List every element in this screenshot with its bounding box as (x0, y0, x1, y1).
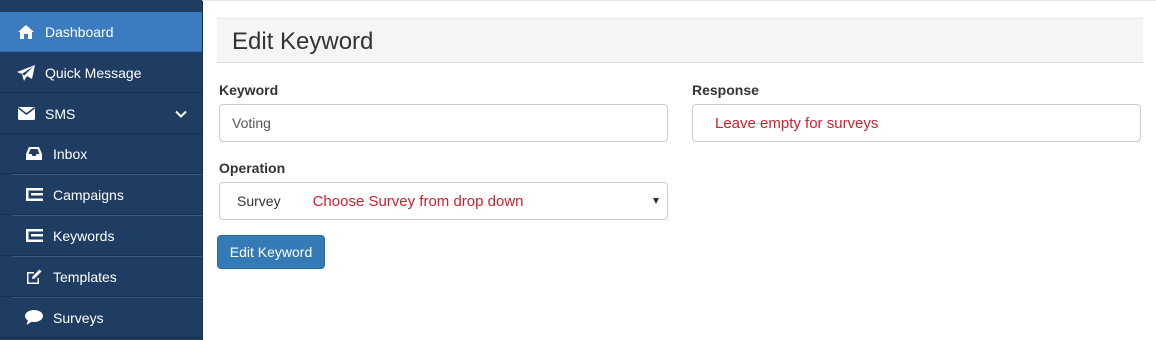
sidebar-item-sms[interactable]: SMS (0, 94, 202, 134)
sidebar-item-quick-message[interactable]: Quick Message (0, 53, 202, 93)
list-icon (25, 187, 43, 203)
sidebar-item-dashboard[interactable]: Dashboard (0, 12, 202, 52)
sidebar-item-templates[interactable]: Templates (0, 257, 202, 297)
page-title: Edit Keyword (232, 28, 374, 55)
sidebar-item-inbox[interactable]: Inbox (0, 134, 202, 174)
comment-icon (25, 310, 43, 326)
response-input[interactable]: Leave empty for surveys (692, 104, 1141, 142)
sidebar-item-label: Keywords (53, 227, 115, 244)
edit-keyword-button[interactable]: Edit Keyword (217, 235, 325, 269)
sidebar-item-label: Quick Message (45, 64, 142, 81)
keyword-value: Voting (232, 115, 271, 131)
sidebar-item-keywords[interactable]: Keywords (0, 216, 202, 256)
panel-heading: Edit Keyword (217, 18, 1143, 63)
response-label: Response (692, 82, 759, 98)
keyword-label: Keyword (219, 82, 279, 98)
sidebar-item-campaigns[interactable]: Campaigns (0, 175, 202, 215)
sidebar-item-surveys[interactable]: Surveys (0, 298, 202, 338)
list-icon (25, 228, 43, 244)
sidebar-item-label: Dashboard (45, 23, 114, 40)
envelope-icon (17, 106, 35, 122)
sidebar-item-label: Surveys (53, 309, 104, 326)
sidebar-item-label: SMS (45, 105, 76, 122)
home-icon (17, 24, 35, 40)
sidebar: Dashboard Quick Message SMS Inbox Campai… (0, 0, 203, 340)
paper-plane-icon (17, 64, 35, 81)
sidebar-item-label: Templates (53, 268, 117, 285)
caret-down-icon (653, 198, 659, 204)
chevron-down-icon[interactable] (174, 107, 188, 121)
top-divider (202, 0, 1156, 1)
sidebar-item-label: Inbox (53, 145, 88, 162)
keyword-input[interactable]: Voting (219, 104, 668, 142)
inbox-icon (25, 146, 43, 162)
app-root: Dashboard Quick Message SMS Inbox Campai… (0, 0, 1156, 340)
sidebar-item-label: Campaigns (53, 186, 124, 203)
operation-label: Operation (219, 160, 286, 176)
operation-select[interactable]: Survey Choose Survey from drop down (219, 182, 668, 220)
operation-hint: Choose Survey from drop down (312, 192, 524, 210)
operation-selected-value: Survey (237, 193, 281, 209)
response-placeholder: Leave empty for surveys (715, 114, 879, 132)
edit-icon (25, 269, 43, 285)
